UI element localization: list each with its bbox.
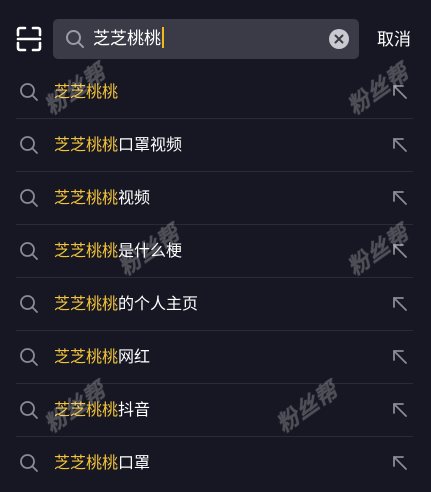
suggestion-match-text: 芝芝桃桃: [54, 135, 119, 154]
arrow-up-left-icon[interactable]: [388, 239, 410, 261]
suggestion-rest-text: 抖音: [118, 400, 151, 419]
suggestion-label: 芝芝桃桃是什么梗: [54, 238, 182, 264]
search-icon: [20, 83, 38, 101]
suggestion-match-text: 芝芝桃桃: [54, 294, 119, 313]
suggestion-match-text: 芝芝桃桃: [54, 453, 119, 472]
suggestion-match-text: 芝芝桃桃: [54, 347, 119, 366]
search-icon: [66, 30, 84, 48]
suggestion-match-text: 芝芝桃桃: [54, 400, 119, 419]
arrow-up-left-icon[interactable]: [388, 451, 410, 473]
text-caret: [162, 27, 164, 48]
search-icon: [20, 242, 38, 260]
search-page: 芝芝桃桃 取消 芝芝桃桃 芝芝桃桃口罩视频 芝芝桃桃视频 芝芝桃桃是什么梗 芝芝桃桃的个…: [0, 0, 431, 492]
suggestion-list: 芝芝桃桃 芝芝桃桃口罩视频 芝芝桃桃视频 芝芝桃桃是什么梗 芝芝桃桃的个人主页 芝芝桃桃网…: [0, 66, 431, 490]
suggestion-item[interactable]: 芝芝桃桃口罩视频: [0, 119, 431, 172]
scan-icon: [16, 26, 42, 52]
suggestion-item[interactable]: 芝芝桃桃抖音: [0, 384, 431, 437]
suggestion-rest-text: 是什么梗: [118, 241, 183, 260]
search-box[interactable]: 芝芝桃桃: [53, 19, 359, 59]
search-icon: [20, 295, 38, 313]
suggestion-item[interactable]: 芝芝桃桃视频: [0, 172, 431, 225]
arrow-up-left-icon[interactable]: [388, 345, 410, 367]
suggestion-rest-text: 口罩: [118, 453, 151, 472]
search-icon: [20, 189, 38, 207]
search-input[interactable]: 芝芝桃桃: [93, 25, 164, 53]
suggestion-rest-text: 网红: [118, 347, 151, 366]
suggestion-item[interactable]: 芝芝桃桃是什么梗: [0, 225, 431, 278]
search-icon: [20, 136, 38, 154]
suggestion-rest-text: 的个人主页: [118, 294, 199, 313]
arrow-up-left-icon[interactable]: [388, 398, 410, 420]
suggestion-match-text: 芝芝桃桃: [54, 188, 119, 207]
suggestion-match-text: 芝芝桃桃: [54, 241, 119, 260]
clear-icon: [334, 34, 344, 44]
arrow-up-left-icon[interactable]: [388, 292, 410, 314]
search-icon: [20, 454, 38, 472]
search-icon: [20, 348, 38, 366]
suggestion-label: 芝芝桃桃口罩: [54, 450, 150, 476]
search-query-text: 芝芝桃桃: [93, 29, 161, 49]
search-icon: [20, 401, 38, 419]
suggestion-item[interactable]: 芝芝桃桃的个人主页: [0, 278, 431, 331]
suggestion-match-text: 芝芝桃桃: [54, 82, 119, 101]
arrow-up-left-icon[interactable]: [388, 80, 410, 102]
suggestion-label: 芝芝桃桃的个人主页: [54, 291, 198, 317]
suggestion-label: 芝芝桃桃口罩视频: [54, 132, 182, 158]
suggestion-label: 芝芝桃桃: [54, 79, 118, 105]
suggestion-item[interactable]: 芝芝桃桃: [0, 66, 431, 119]
suggestion-item[interactable]: 芝芝桃桃网红: [0, 331, 431, 384]
suggestion-label: 芝芝桃桃抖音: [54, 397, 150, 423]
clear-button[interactable]: [329, 29, 349, 49]
arrow-up-left-icon[interactable]: [388, 133, 410, 155]
suggestion-item[interactable]: 芝芝桃桃口罩: [0, 437, 431, 490]
suggestion-rest-text: 口罩视频: [118, 135, 183, 154]
suggestion-label: 芝芝桃桃视频: [54, 185, 150, 211]
scan-button[interactable]: [14, 24, 44, 54]
suggestion-rest-text: 视频: [118, 188, 151, 207]
cancel-button[interactable]: 取消: [377, 27, 411, 53]
arrow-up-left-icon[interactable]: [388, 186, 410, 208]
suggestion-label: 芝芝桃桃网红: [54, 344, 150, 370]
